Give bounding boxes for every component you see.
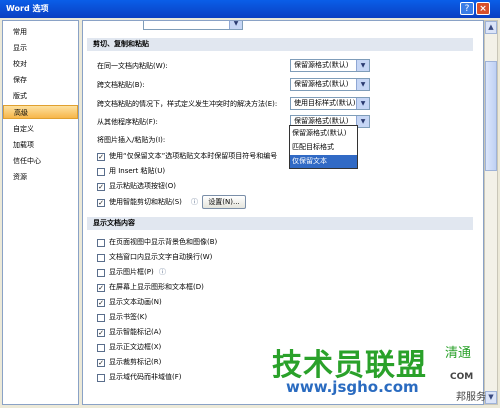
same-doc-paste-value: 保留源格式(默认) (294, 61, 349, 69)
display-option-checkbox[interactable]: ✓ (97, 299, 105, 307)
cross-doc-paste-value: 保留源格式(默认) (294, 80, 349, 88)
cross-doc-paste-combo[interactable]: 保留源格式(默认) ▼ (290, 78, 370, 91)
dropdown-option-text-only[interactable]: 仅保留文本 (290, 155, 357, 168)
sidebar-item-save[interactable]: 保存 (3, 73, 78, 87)
smart-cut-paste-label: 使用智能剪切和粘贴(S) (109, 198, 182, 206)
display-option-checkbox[interactable]: ✓ (97, 329, 105, 337)
display-option-label: 显示文本动画(N) (109, 298, 162, 306)
section-header-show-document: 显示文档内容 (87, 217, 473, 230)
style-conflict-label: 跨文档粘贴的情况下，样式定义发生冲突时的解决方法(E): (97, 100, 278, 108)
display-option-checkbox[interactable] (97, 344, 105, 352)
other-program-paste-label: 从其他程序粘贴(F): (97, 118, 158, 126)
sidebar: 常用 显示 校对 保存 版式 高级 自定义 加载项 信任中心 资源 (2, 20, 79, 405)
scroll-down-icon[interactable]: ▼ (485, 391, 497, 404)
show-paste-options-label: 显示粘贴选项按钮(O) (109, 182, 176, 190)
section-header-cut-copy-paste: 剪切、复制和粘贴 (87, 38, 473, 51)
sidebar-item-resources[interactable]: 资源 (3, 170, 78, 184)
close-button[interactable]: × (476, 2, 490, 15)
info-icon: ⓘ (159, 268, 166, 276)
show-paste-options-checkbox[interactable]: ✓ (97, 183, 105, 191)
same-doc-paste-label: 在同一文档内粘贴(W): (97, 62, 168, 70)
dropdown-option-keep-source[interactable]: 保留源格式(默认) (290, 127, 357, 140)
partial-combo[interactable]: ▼ (143, 21, 243, 30)
scroll-up-icon[interactable]: ▲ (485, 21, 497, 34)
settings-button[interactable]: 设置(N)... (202, 195, 246, 209)
watermark-tag: 清通 (445, 346, 472, 361)
display-option-label: 显示裁剪标记(R) (109, 358, 162, 366)
display-option-checkbox[interactable]: ✓ (97, 284, 105, 292)
display-option-checkbox[interactable] (97, 374, 105, 382)
chevron-down-icon: ▼ (356, 98, 369, 109)
sidebar-item-customize[interactable]: 自定义 (3, 122, 78, 136)
cross-doc-paste-label: 跨文档粘贴(B): (97, 81, 145, 89)
style-conflict-combo[interactable]: 使用目标样式(默认) ▼ (290, 97, 370, 110)
same-doc-paste-combo[interactable]: 保留源格式(默认) ▼ (290, 59, 370, 72)
display-option-label: 显示域代码而非域值(F) (109, 373, 182, 381)
scrollbar-thumb[interactable] (485, 61, 497, 171)
sidebar-item-layout[interactable]: 版式 (3, 89, 78, 103)
keep-bullets-checkbox[interactable]: ✓ (97, 153, 105, 161)
sidebar-item-addins[interactable]: 加载项 (3, 138, 78, 152)
display-option-checkbox[interactable] (97, 239, 105, 247)
display-option-label: 显示图片框(P) (109, 268, 154, 276)
chevron-down-icon: ▼ (229, 21, 242, 29)
paste-format-dropdown[interactable]: 保留源格式(默认) 匹配目标格式 仅保留文本 (289, 125, 358, 169)
sidebar-item-advanced[interactable]: 高级 (3, 105, 78, 119)
display-option-checkbox[interactable] (97, 254, 105, 262)
watermark-com: COM (450, 372, 474, 382)
chevron-down-icon: ▼ (356, 60, 369, 71)
insert-key-paste-label: 用 Insert 粘贴(U) (109, 167, 166, 175)
dropdown-option-match-target[interactable]: 匹配目标格式 (290, 141, 357, 154)
sidebar-item-proofing[interactable]: 校对 (3, 57, 78, 71)
display-option-label: 在页面视图中显示背景色和图像(B) (109, 238, 218, 246)
display-option-checkbox[interactable] (97, 314, 105, 322)
display-option-label: 在屏幕上显示图形和文本框(D) (109, 283, 204, 291)
display-option-label: 显示书签(K) (109, 313, 148, 321)
vertical-scrollbar[interactable]: ▲ ▼ (484, 20, 498, 405)
style-conflict-value: 使用目标样式(默认) (294, 99, 356, 107)
info-icon: ⓘ (191, 198, 198, 206)
watermark-service: 邦服务 (456, 392, 486, 403)
display-option-checkbox[interactable] (97, 269, 105, 277)
display-option-label: 文档窗口内显示文字自动换行(W) (109, 253, 213, 261)
keep-bullets-label: 使用“仅保留文本”选项粘贴文本时保留项目符号和编号 (109, 152, 278, 160)
title-bar (0, 0, 500, 18)
window-title: Word 选项 (6, 4, 49, 13)
display-option-label: 显示正文边框(X) (109, 343, 162, 351)
sidebar-item-trust-center[interactable]: 信任中心 (3, 154, 78, 168)
insert-picture-label: 将图片插入/粘贴为(I): (97, 136, 166, 144)
insert-key-paste-checkbox[interactable] (97, 168, 105, 176)
display-option-label: 显示智能标记(A) (109, 328, 162, 336)
display-option-checkbox[interactable]: ✓ (97, 359, 105, 367)
sidebar-item-common[interactable]: 常用 (3, 25, 78, 39)
sidebar-item-display[interactable]: 显示 (3, 41, 78, 55)
chevron-down-icon: ▼ (356, 79, 369, 90)
watermark-site: www.jsgho.com (286, 378, 419, 396)
help-button[interactable]: ? (460, 2, 474, 15)
smart-cut-paste-checkbox[interactable]: ✓ (97, 199, 105, 207)
